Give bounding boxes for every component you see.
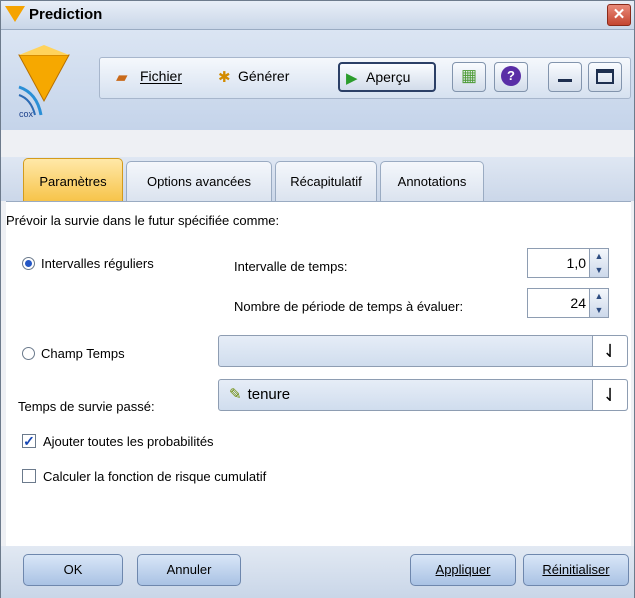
ok-button[interactable]: OK [23,554,123,586]
tab-options-avancees[interactable]: Options avancées [126,161,272,201]
spin-up-icon[interactable]: ▲ [590,249,608,263]
spin-down-icon[interactable]: ▼ [590,303,608,317]
past-survival-field[interactable]: ✎ tenure ⇃ [218,379,628,411]
periods-label: Nombre de période de temps à évaluer: [234,299,464,314]
periods-value: 24 [570,295,586,311]
minimize-button[interactable] [548,62,582,92]
maximize-icon [596,69,614,84]
clipboard-icon: ▦ [461,66,478,85]
checkbox-all-probabilities-label[interactable]: Ajouter toutes les probabilités [43,434,214,449]
interval-value: 1,0 [566,255,586,271]
periods-spinner[interactable]: 24 ▲ ▼ [527,288,609,318]
folder-icon: ▰ [116,69,128,86]
time-field-select[interactable]: ⇃ [218,335,628,367]
interval-spinner[interactable]: 1,0 ▲ ▼ [527,248,609,278]
field-picker-icon[interactable]: ⇃ [592,380,627,410]
past-survival-value: tenure [247,386,291,403]
radio-intervalles-reguliers[interactable] [22,257,35,270]
checkbox-all-probabilities[interactable]: ✓ [22,434,36,448]
window-title: Prediction [29,6,103,23]
field-picker-icon[interactable]: ⇃ [592,336,627,366]
prediction-dialog: Prediction ✕ cox ▰ Fichier ✱ Générer ▶ A… [0,0,635,598]
cancel-button[interactable]: Annuler [137,554,241,586]
cox-node-icon: cox [18,45,70,119]
ruler-icon: ✎ [229,386,242,403]
settings-panel: Prévoir la survie dans le futur spécifié… [6,201,631,547]
node-diamond-icon [5,6,25,22]
apercu-button[interactable]: ▶ Aperçu [338,62,436,92]
interval-spin-buttons[interactable]: ▲ ▼ [589,249,608,277]
help-icon: ? [501,66,521,86]
menu-fichier[interactable]: Fichier [140,68,182,84]
spin-down-icon[interactable]: ▼ [590,263,608,277]
reset-button[interactable]: Réinitialiser [523,554,629,586]
spin-up-icon[interactable]: ▲ [590,289,608,303]
interval-label: Intervalle de temps: [234,259,348,274]
tab-annotations[interactable]: Annotations [380,161,484,201]
close-button[interactable]: ✕ [607,4,631,26]
title-bar[interactable]: Prediction ✕ [1,1,634,30]
apply-button[interactable]: Appliquer [410,554,516,586]
tab-recapitulatif[interactable]: Récapitulatif [275,161,377,201]
checkbox-cumulative-hazard-label[interactable]: Calculer la fonction de risque cumulatif [43,469,266,484]
periods-spin-buttons[interactable]: ▲ ▼ [589,289,608,317]
checkbox-cumulative-hazard[interactable] [22,469,36,483]
intro-text: Prévoir la survie dans le futur spécifié… [6,213,280,228]
radio-champ-temps[interactable] [22,347,35,360]
toolbar: ▰ Fichier ✱ Générer ▶ Aperçu ▦ ? [99,57,631,99]
radio-intervalles-reguliers-label[interactable]: Intervalles réguliers [41,256,154,271]
play-icon: ▶ [346,70,358,87]
node-icon-label: cox [19,109,34,119]
help-button[interactable]: ? [494,62,528,92]
past-survival-label: Temps de survie passé: [18,399,155,414]
clipboard-button[interactable]: ▦ [452,62,486,92]
radio-champ-temps-label[interactable]: Champ Temps [41,346,125,361]
apercu-label: Aperçu [366,69,411,85]
menu-generer[interactable]: Générer [238,68,289,84]
maximize-button[interactable] [588,62,622,92]
tab-parametres[interactable]: Paramètres [23,158,123,201]
minimize-icon [558,79,572,82]
generate-icon: ✱ [218,69,231,86]
